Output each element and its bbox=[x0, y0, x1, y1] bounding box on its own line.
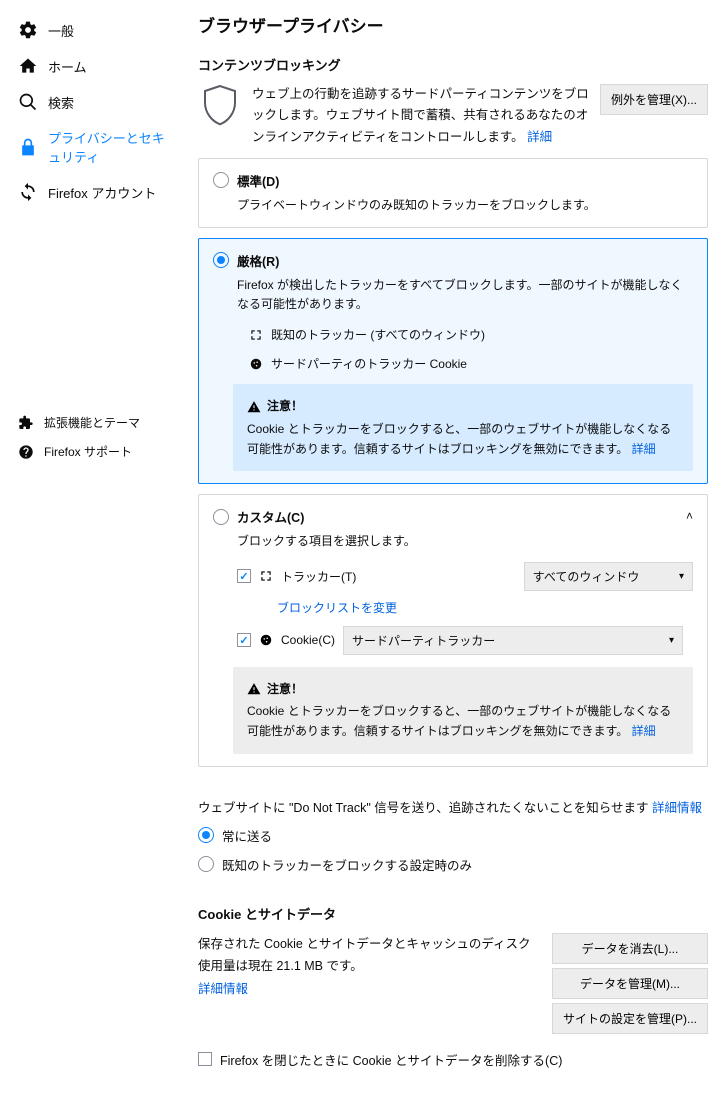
option-strict[interactable]: 厳格(R) Firefox が検出したトラッカーをすべてブロックします。一部のサ… bbox=[198, 238, 708, 485]
cb-detail-link[interactable]: 詳細 bbox=[527, 130, 552, 144]
warning-icon bbox=[247, 400, 261, 414]
shield-icon bbox=[198, 84, 242, 128]
cookies-desc: 保存された Cookie とサイトデータとキャッシュのディスク使用量は現在 21… bbox=[198, 937, 530, 974]
cookie-icon bbox=[259, 633, 273, 647]
cookie-icon bbox=[249, 357, 263, 371]
option-standard[interactable]: 標準(D) プライベートウィンドウのみ既知のトラッカーをブロックします。 bbox=[198, 158, 708, 228]
tracker-icon bbox=[249, 328, 263, 342]
chevron-down-icon: ▾ bbox=[679, 571, 684, 582]
search-icon bbox=[18, 92, 38, 112]
main-content: ブラウザープライバシー コンテンツブロッキング ウェブ上の行動を追跡するサードパ… bbox=[190, 0, 726, 1099]
content-blocking-description: ウェブ上の行動を追跡するサードパーティコンテンツをブロックします。ウェブサイト間… bbox=[252, 84, 590, 148]
option-custom[interactable]: ˄ カスタム(C) ブロックする項目を選択します。 トラッカー(T) すべてのウ… bbox=[198, 494, 708, 766]
custom-warning: 注意！ Cookie とトラッカーをブロックすると、一部のウェブサイトが機能しな… bbox=[233, 667, 693, 754]
option-standard-title: 標準(D) bbox=[237, 171, 279, 190]
checkbox-trackers[interactable] bbox=[237, 569, 251, 583]
manage-data-button[interactable]: データを管理(M)... bbox=[552, 968, 708, 999]
radio-strict[interactable] bbox=[213, 252, 229, 268]
sidebar: 一般 ホーム 検索 プライバシーとセキュリティ Firefox アカウント 拡張… bbox=[0, 0, 190, 1099]
dnt-known-label: 既知のトラッカーをブロックする設定時のみ bbox=[222, 855, 472, 874]
sidebar-item-support[interactable]: Firefox サポート bbox=[0, 437, 190, 466]
sidebar-item-label: Firefox サポート bbox=[44, 443, 132, 460]
sidebar-item-label: 一般 bbox=[48, 21, 74, 40]
sidebar-item-label: 拡張機能とテーマ bbox=[44, 414, 140, 431]
home-icon bbox=[18, 56, 38, 76]
strict-known-trackers: 既知のトラッカー (すべてのウィンドウ) bbox=[249, 326, 693, 343]
cookies-heading: Cookie とサイトデータ bbox=[198, 904, 708, 923]
sidebar-item-label: ホーム bbox=[48, 57, 87, 76]
option-custom-sub: ブロックする項目を選択します。 bbox=[237, 532, 693, 551]
dnt-always-label: 常に送る bbox=[222, 826, 272, 845]
cookie-type-select[interactable]: サードパーティトラッカー▾ bbox=[343, 626, 683, 655]
dnt-detail-link[interactable]: 詳細情報 bbox=[652, 801, 702, 815]
option-strict-sub: Firefox が検出したトラッカーをすべてブロックします。一部のサイトが機能し… bbox=[237, 276, 693, 314]
chevron-down-icon: ▾ bbox=[669, 635, 674, 646]
strict-third-party-cookies: サードパーティのトラッカー Cookie bbox=[249, 355, 693, 372]
strict-warning: 注意！ Cookie とトラッカーをブロックすると、一部のウェブサイトが機能しな… bbox=[233, 384, 693, 471]
sidebar-item-account[interactable]: Firefox アカウント bbox=[0, 174, 190, 210]
radio-dnt-known[interactable] bbox=[198, 856, 214, 872]
clear-data-button[interactable]: データを消去(L)... bbox=[552, 933, 708, 964]
option-strict-title: 厳格(R) bbox=[237, 251, 279, 270]
option-standard-sub: プライベートウィンドウのみ既知のトラッカーをブロックします。 bbox=[237, 196, 693, 215]
page-title: ブラウザープライバシー bbox=[198, 12, 708, 37]
sidebar-item-general[interactable]: 一般 bbox=[0, 12, 190, 48]
radio-standard[interactable] bbox=[213, 172, 229, 188]
manage-permissions-button[interactable]: サイトの設定を管理(P)... bbox=[552, 1003, 708, 1034]
tracker-checkbox-label: トラッカー(T) bbox=[281, 568, 356, 585]
help-icon bbox=[18, 444, 34, 460]
sidebar-item-label: プライバシーとセキュリティ bbox=[48, 128, 172, 166]
gear-icon bbox=[18, 20, 38, 40]
cookies-detail-link[interactable]: 詳細情報 bbox=[198, 982, 248, 996]
radio-custom[interactable] bbox=[213, 509, 229, 525]
dnt-text: ウェブサイトに "Do Not Track" 信号を送り、追跡されたくないことを… bbox=[198, 801, 652, 815]
checkbox-cookies[interactable] bbox=[237, 633, 251, 647]
sidebar-item-label: 検索 bbox=[48, 93, 74, 112]
warning-icon bbox=[247, 682, 261, 696]
option-custom-title: カスタム(C) bbox=[237, 507, 304, 526]
delete-on-close-label: Firefox を閉じたときに Cookie とサイトデータを削除する(C) bbox=[220, 1050, 562, 1069]
sidebar-item-home[interactable]: ホーム bbox=[0, 48, 190, 84]
puzzle-icon bbox=[18, 415, 34, 431]
lock-icon bbox=[18, 137, 38, 157]
cookie-checkbox-label: Cookie(C) bbox=[281, 633, 335, 647]
sidebar-item-privacy[interactable]: プライバシーとセキュリティ bbox=[0, 120, 190, 174]
sidebar-item-search[interactable]: 検索 bbox=[0, 84, 190, 120]
chevron-up-icon[interactable]: ˄ bbox=[686, 509, 693, 523]
change-blocklist-link[interactable]: ブロックリストを変更 bbox=[277, 601, 397, 615]
sidebar-item-extensions[interactable]: 拡張機能とテーマ bbox=[0, 408, 190, 437]
tracker-window-select[interactable]: すべてのウィンドウ▾ bbox=[524, 562, 693, 591]
strict-warning-detail[interactable]: 詳細 bbox=[632, 442, 656, 456]
radio-dnt-always[interactable] bbox=[198, 827, 214, 843]
custom-warning-detail[interactable]: 詳細 bbox=[632, 724, 656, 738]
sync-icon bbox=[18, 182, 38, 202]
checkbox-delete-on-close[interactable] bbox=[198, 1052, 212, 1066]
content-blocking-heading: コンテンツブロッキング bbox=[198, 55, 708, 74]
tracker-icon bbox=[259, 569, 273, 583]
manage-exceptions-button[interactable]: 例外を管理(X)... bbox=[600, 84, 708, 115]
sidebar-item-label: Firefox アカウント bbox=[48, 183, 156, 202]
